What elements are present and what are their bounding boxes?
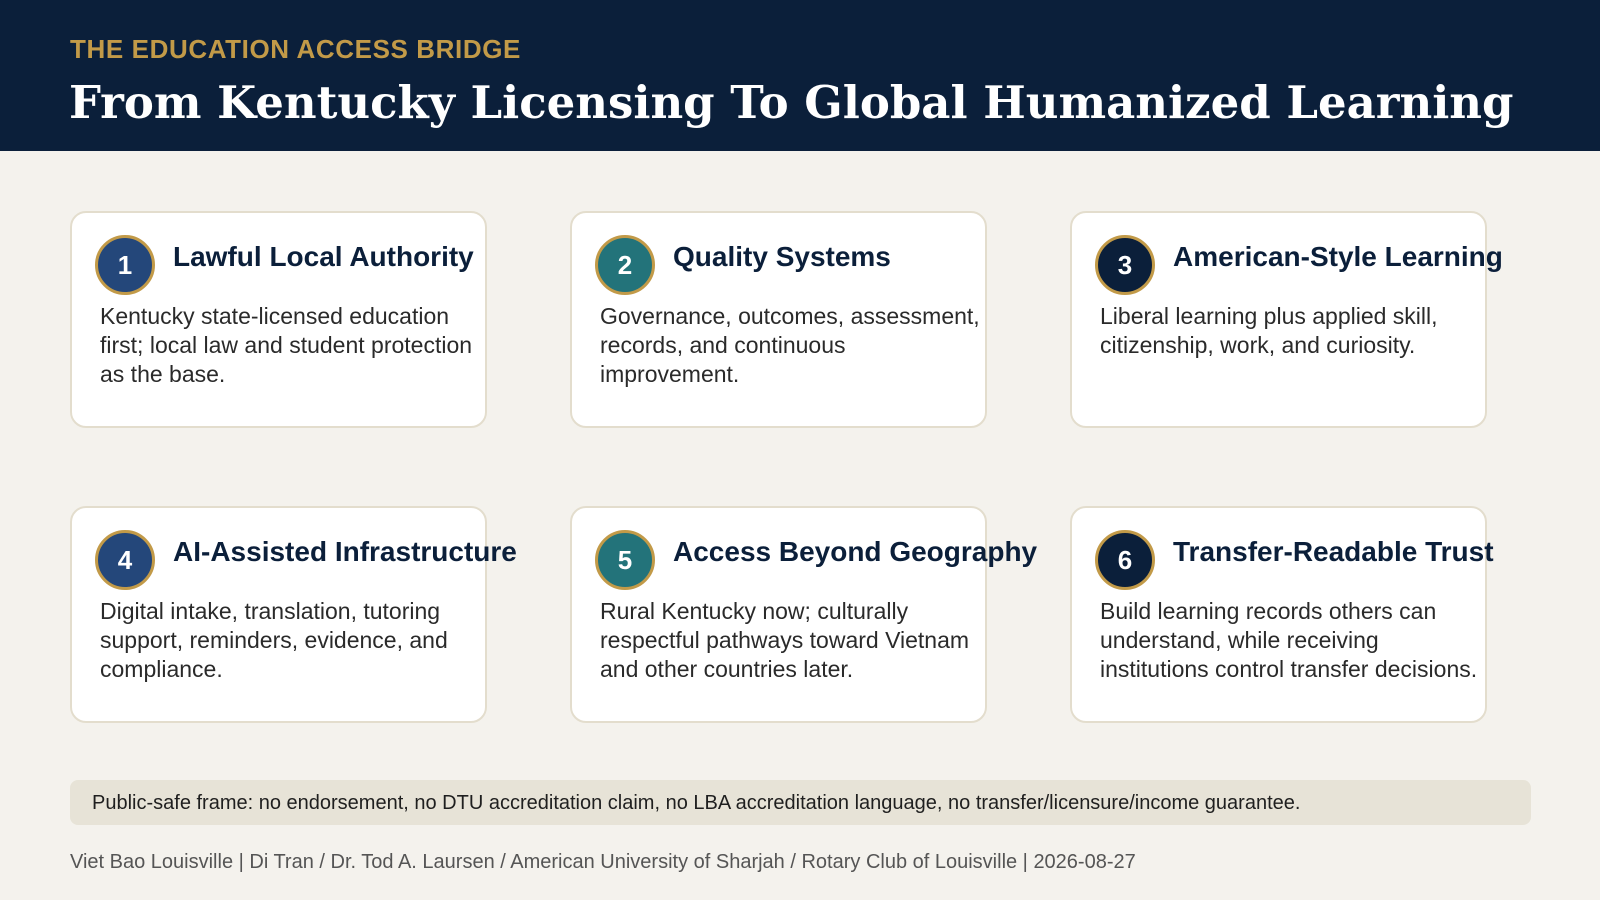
- card-title: Quality Systems: [673, 241, 891, 272]
- card-quality-systems: 2 Quality Systems Governance, outcomes, …: [570, 211, 987, 428]
- number-badge: 5: [595, 530, 655, 590]
- card-title: American-Style Learning: [1173, 241, 1503, 272]
- footer-credits: Viet Bao Louisville | Di Tran / Dr. Tod …: [70, 851, 1136, 873]
- card-title: AI-Assisted Infrastructure: [173, 536, 517, 567]
- card-body: Governance, outcomes, assessment, record…: [600, 303, 980, 387]
- number-badge: 3: [1095, 235, 1155, 295]
- disclaimer-note: Public-safe frame: no endorsement, no DT…: [70, 780, 1531, 825]
- card-title: Transfer-Readable Trust: [1173, 536, 1494, 567]
- card-body: Build learning records others can unders…: [1100, 598, 1478, 682]
- card-lawful-local-authority: 1 Lawful Local Authority Kentucky state-…: [70, 211, 487, 428]
- card-body: Kentucky state-licensed education first;…: [100, 303, 473, 387]
- header-banner: THE EDUCATION ACCESS BRIDGE From Kentuck…: [0, 0, 1600, 151]
- disclaimer-text: Public-safe frame: no endorsement, no DT…: [92, 792, 1301, 814]
- card-ai-assisted-infrastructure: 4 AI-Assisted Infrastructure Digital int…: [70, 506, 517, 723]
- card-title: Lawful Local Authority: [173, 241, 474, 272]
- card-access-beyond-geography: 5 Access Beyond Geography Rural Kentucky…: [570, 506, 1037, 723]
- number-badge: 1: [95, 235, 155, 295]
- card-transfer-readable-trust: 6 Transfer-Readable Trust Build learning…: [1070, 506, 1494, 723]
- card-title: Access Beyond Geography: [673, 536, 1038, 567]
- card-body: Digital intake, translation, tutoring su…: [100, 598, 448, 682]
- page-title: From Kentucky Licensing To Global Humani…: [69, 76, 1514, 129]
- number-badge: 6: [1095, 530, 1155, 590]
- number-badge: 2: [595, 235, 655, 295]
- kicker-text: THE EDUCATION ACCESS BRIDGE: [70, 34, 522, 64]
- number-badge: 4: [95, 530, 155, 590]
- card-american-style-learning: 3 American-Style Learning Liberal learni…: [1070, 211, 1503, 428]
- card-body: Rural Kentucky now; culturally respectfu…: [600, 598, 970, 682]
- card-body: Liberal learning plus applied skill, cit…: [1100, 303, 1438, 358]
